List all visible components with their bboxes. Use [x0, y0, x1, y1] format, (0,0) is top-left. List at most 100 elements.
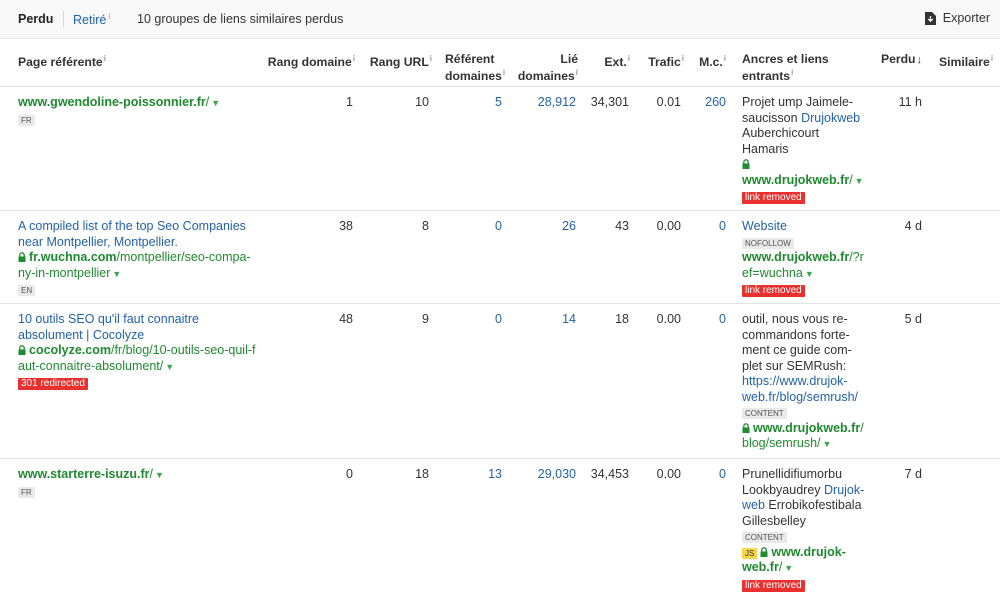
anchor-link[interactable]: Drujokweb — [801, 111, 860, 125]
rang-domaine-value: 1 — [346, 95, 353, 109]
col-lie-domaines[interactable]: Lié domainesi — [510, 52, 578, 83]
lie-domaines-link[interactable]: 14 — [510, 312, 576, 328]
referring-url-path[interactable]: / — [150, 467, 153, 481]
anchor-text: plet sur SEMRush: — [742, 358, 847, 373]
rang-domaine-value: 0 — [346, 467, 353, 481]
info-icon[interactable]: i — [628, 54, 630, 63]
lie-domaines-link[interactable]: 29,030 — [510, 467, 576, 483]
anchor-link[interactable]: web — [742, 498, 765, 512]
dropdown-arrow-icon[interactable]: ▼ — [784, 563, 793, 573]
mc-link[interactable]: 0 — [692, 312, 726, 328]
referring-url-path[interactable]: ny-in-montpellier — [18, 266, 110, 280]
anchor-cell: Prunellidifiumorbu Lookbyaudrey Drujok- … — [742, 467, 870, 592]
dropdown-arrow-icon[interactable]: ▼ — [155, 470, 164, 480]
ref-domaines-link[interactable]: 13 — [445, 467, 502, 483]
rang-url-value: 18 — [415, 467, 429, 481]
referring-page-title[interactable]: 10 outils SEO qu'il faut connaitre — [18, 312, 258, 328]
anchor-link[interactable]: Drujok- — [824, 483, 864, 497]
target-url-link[interactable]: web.fr — [742, 560, 779, 574]
table-row: www.starterre-isuzu.fr/▼ FR 0 18 13 29,0… — [0, 459, 1000, 595]
referring-url-link[interactable]: www.starterre-isuzu.fr — [18, 467, 150, 481]
info-icon[interactable]: i — [576, 68, 578, 77]
ref-domaines-link[interactable]: 0 — [445, 219, 502, 235]
lie-domaines-link[interactable]: 26 — [510, 219, 576, 235]
target-url-path[interactable]: / — [779, 560, 782, 574]
info-icon[interactable]: i — [991, 54, 993, 63]
export-icon — [924, 11, 936, 25]
table-row: A compiled list of the top Seo Companies… — [0, 211, 1000, 304]
col-page-referente[interactable]: Page référentei — [18, 52, 106, 69]
perdu-value: 11 h — [898, 95, 922, 109]
mc-link[interactable]: 0 — [692, 467, 726, 483]
ref-domaines-link[interactable]: 5 — [445, 95, 502, 111]
groups-summary: 10 groupes de liens similaires perdus — [137, 12, 344, 26]
col-ancres-line2: entrants — [742, 69, 791, 84]
dropdown-arrow-icon[interactable]: ▼ — [112, 269, 121, 279]
col-referent-domaines[interactable]: Référent domainesi — [445, 52, 505, 83]
export-button[interactable]: Exporter — [924, 11, 990, 25]
referring-page-cell: www.gwendoline-poissonnier.fr/▼ FR — [18, 95, 253, 127]
anchor-link[interactable]: web.fr/blog/semrush/ — [742, 390, 870, 406]
info-icon[interactable]: i — [104, 54, 106, 63]
target-url-path[interactable]: / — [860, 421, 863, 435]
tab-perdu[interactable]: Perdu — [18, 12, 53, 26]
info-icon[interactable]: i — [108, 12, 110, 21]
anchor-link[interactable]: Website — [742, 219, 870, 235]
referring-page-title[interactable]: A compiled list of the top Seo Companies — [18, 219, 258, 235]
lie-domaines-link[interactable]: 28,912 — [510, 95, 576, 111]
anchor-text: Auberchicourt — [742, 126, 820, 140]
col-rang-url[interactable]: Rang URLi — [362, 52, 432, 69]
target-url-path[interactable]: blog/semrush/ — [742, 436, 821, 450]
referring-page-title[interactable]: absolument | Cocolyze — [18, 328, 258, 344]
info-icon[interactable]: i — [791, 68, 793, 77]
target-url-path[interactable]: / — [849, 173, 852, 187]
info-icon[interactable]: i — [430, 54, 432, 63]
anchor-link[interactable]: https://www.drujok- — [742, 374, 870, 390]
rang-domaine-value: 38 — [339, 219, 353, 233]
referring-url-link[interactable]: cocolyze.com — [29, 343, 111, 357]
lock-icon — [742, 159, 750, 169]
col-ancres-line1: Ancres et liens — [742, 52, 829, 66]
col-ancres[interactable]: Ancres et liens entrantsi — [742, 52, 829, 83]
mc-link[interactable]: 0 — [692, 219, 726, 235]
referring-url-link[interactable]: fr.wuchna.com — [29, 250, 117, 264]
referring-page-cell: 10 outils SEO qu'il faut connaitre absol… — [18, 312, 258, 391]
info-icon[interactable]: i — [503, 68, 505, 77]
col-trafic[interactable]: Trafici — [640, 52, 684, 69]
col-perdu[interactable]: Perdu↓ — [870, 52, 922, 67]
target-url-link[interactable]: www.drujokweb.fr — [742, 173, 849, 187]
info-icon[interactable]: i — [353, 54, 355, 63]
mc-link[interactable]: 260 — [692, 95, 726, 111]
col-rang-domaine[interactable]: Rang domainei — [262, 52, 355, 69]
referring-url-path[interactable]: /montpellier/seo-compa- — [117, 250, 251, 264]
col-similaire[interactable]: Similairei — [939, 52, 993, 69]
language-badge: FR — [18, 486, 35, 498]
ref-domaines-link[interactable]: 0 — [445, 312, 502, 328]
link-removed-badge: link removed — [742, 285, 805, 297]
dropdown-arrow-icon[interactable]: ▼ — [211, 98, 220, 108]
target-url-link[interactable]: www.drujok- — [771, 545, 846, 559]
dropdown-arrow-icon[interactable]: ▼ — [855, 176, 864, 186]
dropdown-arrow-icon[interactable]: ▼ — [165, 362, 174, 372]
target-url-path[interactable]: ef=wuchna — [742, 266, 803, 280]
anchor-text: Errobikofestibala — [768, 498, 862, 512]
target-url-path[interactable]: /?r — [849, 250, 864, 264]
dropdown-arrow-icon[interactable]: ▼ — [805, 269, 814, 279]
anchor-text: commandons forte- — [742, 327, 850, 342]
referring-url-path[interactable]: aut-connaitre-absolument/ — [18, 359, 163, 373]
info-icon[interactable]: i — [724, 54, 726, 63]
anchor-text: Gillesbelley — [742, 513, 806, 528]
dropdown-arrow-icon[interactable]: ▼ — [823, 439, 832, 449]
referring-url-link[interactable]: www.gwendoline-poissonnier.fr — [18, 95, 206, 109]
info-icon[interactable]: i — [682, 54, 684, 63]
tab-retire[interactable]: Retiré i — [73, 12, 110, 27]
referring-page-cell: www.starterre-isuzu.fr/▼ FR — [18, 467, 253, 499]
anchor-text: Lookbyaudrey — [742, 482, 821, 497]
referring-url-path[interactable]: / — [206, 95, 209, 109]
target-url-link[interactable]: www.drujokweb.fr — [753, 421, 860, 435]
target-url-link[interactable]: www.drujokweb.fr — [742, 250, 849, 264]
col-ext[interactable]: Ext.i — [590, 52, 630, 69]
referring-page-title[interactable]: near Montpellier, Montpellier. — [18, 235, 258, 251]
referring-url-path[interactable]: /fr/blog/10-outils-seo-quil-f — [111, 343, 256, 357]
col-mc[interactable]: M.c.i — [692, 52, 726, 69]
